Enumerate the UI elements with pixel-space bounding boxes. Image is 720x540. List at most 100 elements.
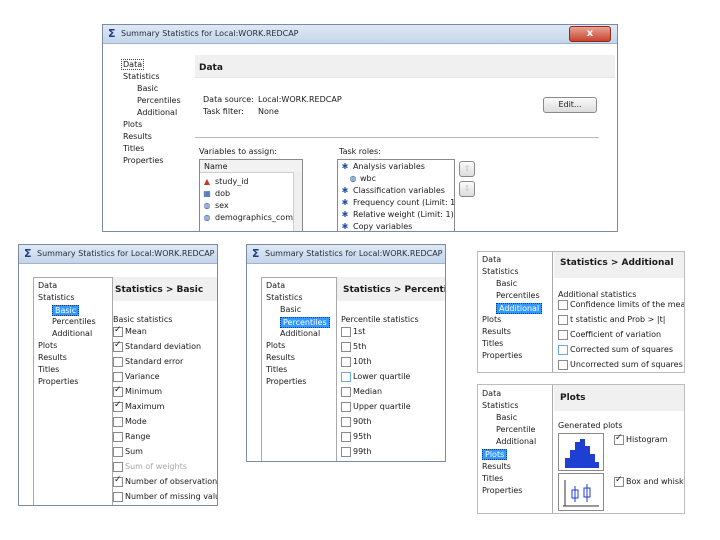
statistic-checkbox[interactable] xyxy=(341,447,351,457)
nav-data[interactable]: Data xyxy=(482,255,501,264)
basic-title: Summary Statistics for Local:WORK.REDCAP xyxy=(37,249,215,258)
statistic-checkbox[interactable] xyxy=(113,417,123,427)
nav-properties[interactable]: Properties xyxy=(266,377,306,386)
statistic-checkbox[interactable] xyxy=(113,492,123,502)
statistic-label: Number of observations xyxy=(125,477,218,486)
nav-basic[interactable]: Basic xyxy=(496,413,517,422)
nav-titles[interactable]: Titles xyxy=(123,144,144,153)
nav-properties[interactable]: Properties xyxy=(482,351,522,360)
nav-additional[interactable]: Additional xyxy=(496,303,543,314)
nav-data[interactable]: Data xyxy=(121,59,145,70)
role-item[interactable]: Frequency count (Limit: 1) xyxy=(353,198,454,207)
percentiles-group-label: Percentile statistics xyxy=(341,315,419,324)
move-up-button[interactable]: ⇧ xyxy=(459,161,475,177)
statistic-checkbox[interactable] xyxy=(558,300,568,310)
statistic-checkbox[interactable] xyxy=(341,417,351,427)
nav-statistics[interactable]: Statistics xyxy=(482,267,519,276)
statistic-checkbox[interactable] xyxy=(113,400,123,412)
nav-percentiles[interactable]: Percentiles xyxy=(52,317,96,326)
nav-plots[interactable]: Plots xyxy=(123,120,142,129)
close-button[interactable]: x xyxy=(569,26,611,42)
statistic-checkbox[interactable] xyxy=(113,357,123,367)
nav-results[interactable]: Results xyxy=(482,462,511,471)
nav-statistics[interactable]: Statistics xyxy=(482,401,519,410)
statistic-checkbox[interactable] xyxy=(558,330,568,340)
statistic-checkbox[interactable] xyxy=(558,345,568,355)
statistic-checkbox[interactable] xyxy=(113,462,123,472)
nav-plots[interactable]: Plots xyxy=(266,341,285,350)
edit-button[interactable]: Edit... xyxy=(543,97,597,113)
nav-data[interactable]: Data xyxy=(266,281,285,290)
variable-item[interactable]: dob xyxy=(215,189,230,198)
statistic-checkbox[interactable] xyxy=(113,432,123,442)
statistic-checkbox[interactable] xyxy=(558,315,568,325)
statistic-checkbox[interactable] xyxy=(113,447,123,457)
statistic-checkbox[interactable] xyxy=(341,327,351,337)
role-item[interactable]: Copy variables xyxy=(353,222,412,231)
nav-additional[interactable]: Additional xyxy=(52,329,92,338)
statistic-checkbox[interactable] xyxy=(341,357,351,367)
box-whisker-checkbox[interactable] xyxy=(614,475,624,487)
nav-titles[interactable]: Titles xyxy=(266,365,287,374)
additional-group-label: Additional statistics xyxy=(558,290,637,299)
statistic-checkbox[interactable] xyxy=(341,387,351,397)
variable-item[interactable]: demographics_comple xyxy=(215,213,302,222)
statistic-checkbox[interactable] xyxy=(113,340,123,352)
variables-scrollbar[interactable] xyxy=(293,172,302,231)
nav-basic[interactable]: Basic xyxy=(52,305,80,316)
nav-percentiles[interactable]: Percentiles xyxy=(280,317,330,328)
statistic-checkbox[interactable] xyxy=(113,325,123,337)
nav-results[interactable]: Results xyxy=(38,353,67,362)
statistic-label: Sum of weights xyxy=(125,462,187,471)
nav-additional[interactable]: Additional xyxy=(280,329,320,338)
nav-results[interactable]: Results xyxy=(266,353,295,362)
nav-statistics[interactable]: Statistics xyxy=(123,72,160,81)
nav-plots[interactable]: Plots xyxy=(482,449,508,460)
nav-data[interactable]: Data xyxy=(38,281,57,290)
statistic-checkbox[interactable] xyxy=(341,402,351,412)
nav-basic[interactable]: Basic xyxy=(280,305,301,314)
statistic-checkbox[interactable] xyxy=(113,372,123,382)
role-icon: ✱ xyxy=(341,198,349,207)
nav-percentile[interactable]: Percentile xyxy=(496,425,535,434)
variables-list[interactable]: Name ▲ study_id ▦ dob ◍ sex ◍ demographi… xyxy=(199,159,303,231)
variable-item[interactable]: sex xyxy=(215,201,229,210)
nav-properties[interactable]: Properties xyxy=(38,377,78,386)
nav-titles[interactable]: Titles xyxy=(482,474,503,483)
task-roles-list[interactable]: ✱ Analysis variables ◍ wbc ✱ Classificat… xyxy=(337,159,455,231)
nav-titles[interactable]: Titles xyxy=(38,365,59,374)
statistic-checkbox[interactable] xyxy=(113,385,123,397)
nav-plots[interactable]: Plots xyxy=(38,341,57,350)
nav-basic[interactable]: Basic xyxy=(496,279,517,288)
statistic-checkbox[interactable] xyxy=(341,372,351,382)
nav-basic[interactable]: Basic xyxy=(137,84,158,93)
statistic-checkbox[interactable] xyxy=(341,342,351,352)
nav-properties[interactable]: Properties xyxy=(123,156,163,165)
move-down-button[interactable]: ⇩ xyxy=(459,181,475,197)
nav-results[interactable]: Results xyxy=(123,132,152,141)
nav-percentiles[interactable]: Percentiles xyxy=(496,291,540,300)
role-item[interactable]: wbc xyxy=(360,174,376,183)
statistic-checkbox[interactable] xyxy=(341,432,351,442)
percentiles-window: Σ Summary Statistics for Local:WORK.REDC… xyxy=(246,244,446,462)
nav-data[interactable]: Data xyxy=(482,389,501,398)
nav-properties[interactable]: Properties xyxy=(482,486,522,495)
role-item[interactable]: Analysis variables xyxy=(353,162,425,171)
nav-additional[interactable]: Additional xyxy=(496,437,536,446)
role-item[interactable]: Classification variables xyxy=(353,186,445,195)
statistic-label: Variance xyxy=(125,372,160,381)
statistic-checkbox[interactable] xyxy=(558,360,568,370)
nav-results[interactable]: Results xyxy=(482,327,511,336)
nav-statistics[interactable]: Statistics xyxy=(38,293,75,302)
variable-item[interactable]: study_id xyxy=(215,177,249,186)
nav-titles[interactable]: Titles xyxy=(482,339,503,348)
role-item[interactable]: Relative weight (Limit: 1) xyxy=(353,210,454,219)
histogram-icon xyxy=(558,433,604,471)
nav-additional[interactable]: Additional xyxy=(137,108,177,117)
nav-statistics[interactable]: Statistics xyxy=(266,293,303,302)
nav-plots[interactable]: Plots xyxy=(482,315,501,324)
statistic-checkbox[interactable] xyxy=(113,475,123,487)
histogram-checkbox[interactable] xyxy=(614,433,624,445)
nav-percentiles[interactable]: Percentiles xyxy=(137,96,181,105)
statistic-label: Mode xyxy=(125,417,147,426)
